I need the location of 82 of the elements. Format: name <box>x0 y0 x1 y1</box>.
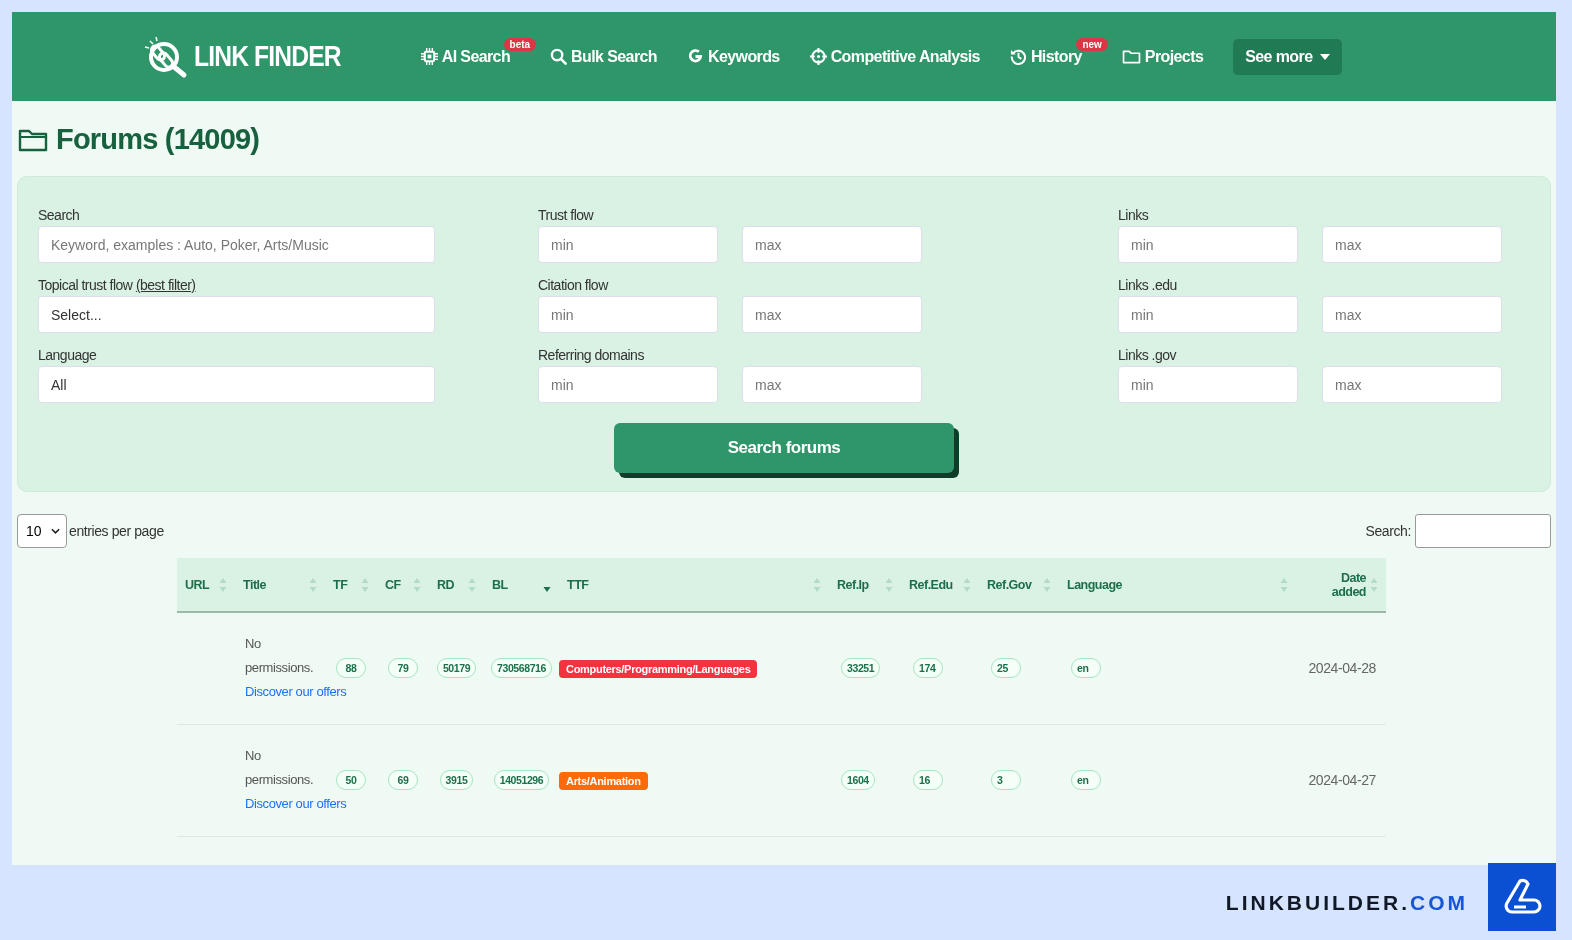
column-header[interactable]: Ref.Gov <box>987 577 1032 592</box>
column-header[interactable]: CF <box>385 577 401 592</box>
history-icon <box>1009 48 1027 65</box>
column-header[interactable]: Ref.Ip <box>837 577 869 592</box>
metric-pill: en <box>1071 658 1101 679</box>
nav-badge: new <box>1076 37 1108 51</box>
select-field[interactable]: All <box>38 366 435 403</box>
metric-pill: en <box>1071 770 1101 790</box>
nav-link[interactable]: Keywords <box>687 47 780 66</box>
max-field[interactable]: max <box>1322 226 1502 263</box>
metric-pill: 1604 <box>841 770 875 790</box>
brand-mark-icon <box>1502 876 1542 917</box>
metric-pill: 3 <box>991 770 1021 790</box>
column-header[interactable]: Language <box>1067 577 1123 592</box>
page-size-label: entries per page <box>69 523 164 539</box>
metric-pill: 16 <box>913 770 943 790</box>
select-field[interactable]: Select... <box>38 296 435 333</box>
field-label: Topical trust flow (best filter) <box>38 277 197 293</box>
max-field[interactable]: max <box>742 296 922 333</box>
nav-link[interactable]: Bulk Search <box>550 47 657 66</box>
field-label: Referring domains <box>538 347 645 363</box>
min-field[interactable]: min <box>1118 226 1298 263</box>
category-tag: Computers/Programming/Languages <box>559 659 758 678</box>
search-icon <box>550 48 568 65</box>
column-header[interactable]: BL <box>492 577 508 592</box>
metric-pill: 79 <box>388 658 418 679</box>
page-size-select[interactable]: 10 <box>17 514 67 548</box>
column-header[interactable]: TTF <box>567 577 589 592</box>
date-cell: 2024-04-28 <box>1308 660 1376 677</box>
chevron-down-icon <box>51 528 60 534</box>
metric-pill: 69 <box>388 770 418 790</box>
chip-icon <box>420 48 438 65</box>
nav-link[interactable]: Projects <box>1121 47 1204 66</box>
column-header[interactable]: Title <box>243 577 266 592</box>
table-search-field[interactable] <box>1415 514 1551 548</box>
max-field[interactable]: max <box>742 226 922 263</box>
metric-pill: 25 <box>991 658 1021 679</box>
field-label: Links .gov <box>1118 347 1178 363</box>
field-label: Language <box>38 347 98 363</box>
folder-icon <box>18 127 48 152</box>
metric-pill: 14051296 <box>493 770 550 790</box>
metric-pill: 730568716 <box>491 658 552 679</box>
column-header[interactable]: TF <box>333 577 348 592</box>
field-label: Search <box>38 207 81 223</box>
caret-icon <box>1320 53 1331 60</box>
metric-pill: 33251 <box>841 658 881 679</box>
field-label: Links .edu <box>1118 277 1178 293</box>
min-field[interactable]: min <box>538 296 718 333</box>
folder-icon <box>1121 49 1141 64</box>
min-field[interactable]: min <box>538 366 718 403</box>
page-title: Forums (14009) <box>56 123 260 156</box>
field-label: Trust flow <box>538 207 595 223</box>
column-header[interactable]: Ref.Edu <box>909 577 953 592</box>
max-field[interactable]: max <box>1322 366 1502 403</box>
max-field[interactable]: max <box>742 366 922 403</box>
see-more-button[interactable]: See more <box>1233 38 1343 75</box>
metric-pill: 50179 <box>436 658 477 679</box>
category-tag: Arts/Animation <box>559 771 648 790</box>
date-cell: 2024-04-27 <box>1308 772 1376 788</box>
min-field[interactable]: min <box>1118 366 1298 403</box>
filter-link[interactable]: (best filter) <box>135 277 196 293</box>
brand-text: LINKBUILDER.COM <box>1225 890 1468 915</box>
min-field[interactable]: min <box>1118 296 1298 333</box>
offers-link[interactable]: Discover our offers <box>245 796 347 811</box>
metric-pill: 3915 <box>439 770 474 790</box>
metric-pill: 88 <box>336 658 366 679</box>
max-field[interactable]: max <box>1322 296 1502 333</box>
search-field[interactable]: Keyword, examples : Auto, Poker, Arts/Music <box>38 226 435 263</box>
g-letter-icon <box>687 48 704 65</box>
min-field[interactable]: min <box>538 226 718 263</box>
nav-badge: beta <box>503 37 537 51</box>
search-label: Search: <box>1365 523 1411 539</box>
field-label: Citation flow <box>538 277 610 293</box>
column-header[interactable]: RD <box>437 577 455 592</box>
metric-pill: 50 <box>336 770 366 790</box>
offers-link[interactable]: Discover our offers <box>245 684 347 700</box>
crosshair-icon <box>809 48 827 65</box>
metric-pill: 174 <box>913 658 943 679</box>
nav-link[interactable]: Competitive Analysis <box>809 47 980 66</box>
logo-text: LINK FINDER <box>194 40 341 73</box>
field-label: Links <box>1118 207 1150 223</box>
column-header[interactable]: URL <box>185 577 210 592</box>
